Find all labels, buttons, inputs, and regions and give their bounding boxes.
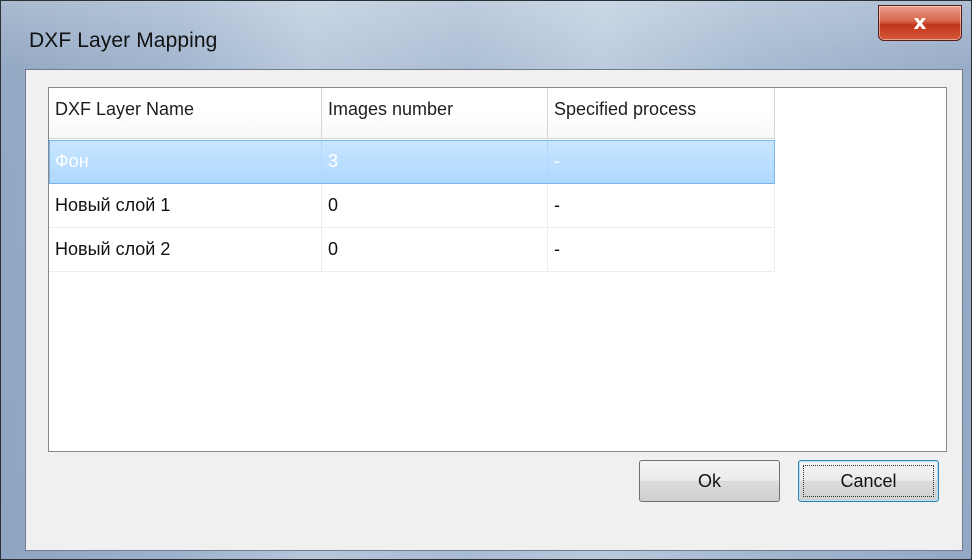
ok-button[interactable]: Ok xyxy=(639,460,780,502)
column-header-images-number[interactable]: Images number xyxy=(322,88,548,139)
close-button[interactable]: x xyxy=(878,5,962,41)
cancel-button[interactable]: Cancel xyxy=(798,460,939,502)
cell-layer-name: Новый слой 1 xyxy=(49,184,322,228)
list-header: DXF Layer Name Images number Specified p… xyxy=(49,88,775,139)
window-title: DXF Layer Mapping xyxy=(29,29,218,52)
table-row[interactable]: Новый слой 2 0 - xyxy=(49,228,775,272)
ok-button-label: Ok xyxy=(697,471,721,491)
cell-images-number: 3 xyxy=(322,140,548,184)
column-header-layer-name[interactable]: DXF Layer Name xyxy=(49,88,322,139)
close-icon: x xyxy=(913,10,927,34)
table-row[interactable]: Фон 3 - xyxy=(49,140,775,184)
cell-specified-process: - xyxy=(548,184,775,228)
cell-images-number: 0 xyxy=(322,228,548,272)
list-rows: Фон 3 - Новый слой 1 0 - Новый слой 2 0 … xyxy=(49,140,775,272)
dxf-layer-mapping-dialog: DXF Layer Mapping x DXF Layer Name Image… xyxy=(0,0,972,560)
title-bar[interactable]: DXF Layer Mapping x xyxy=(1,1,971,63)
cancel-button-label: Cancel xyxy=(840,471,897,491)
cell-layer-name: Фон xyxy=(49,140,322,184)
cell-layer-name: Новый слой 2 xyxy=(49,228,322,272)
cell-specified-process: - xyxy=(548,140,775,184)
dialog-client-area: DXF Layer Name Images number Specified p… xyxy=(25,69,963,551)
cell-images-number: 0 xyxy=(322,184,548,228)
table-row[interactable]: Новый слой 1 0 - xyxy=(49,184,775,228)
layer-list[interactable]: DXF Layer Name Images number Specified p… xyxy=(48,87,947,452)
cell-specified-process: - xyxy=(548,228,775,272)
column-header-specified-process[interactable]: Specified process xyxy=(548,88,775,139)
